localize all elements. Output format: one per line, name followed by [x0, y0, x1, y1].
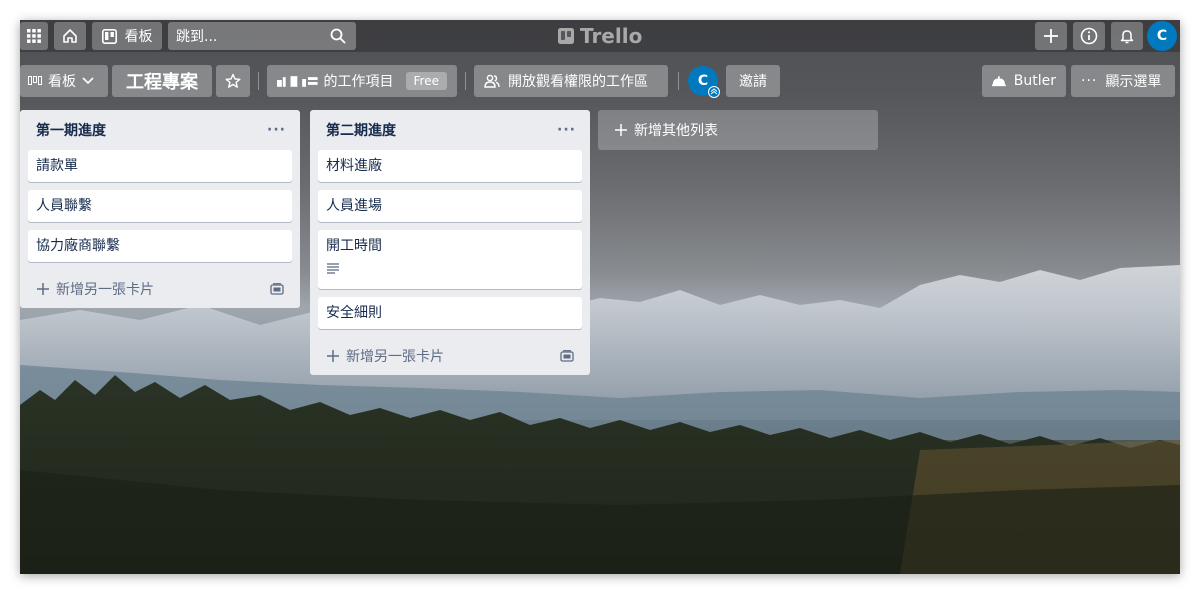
header-divider	[465, 72, 466, 90]
butler-button[interactable]: Butler	[982, 65, 1066, 97]
list-menu-icon[interactable]: ···	[557, 122, 576, 138]
card[interactable]: 人員聯繫	[28, 190, 292, 222]
board-member-initial: C	[697, 73, 709, 89]
plus-icon	[327, 350, 339, 362]
workspace-button[interactable]: 的工作項目 Free	[267, 65, 457, 97]
list-title[interactable]: 第一期進度	[36, 120, 106, 140]
bell-icon	[1120, 30, 1134, 44]
board-view-label: 看板	[48, 74, 76, 90]
team-visibility-icon	[484, 74, 500, 88]
list-header[interactable]: 第二期進度 ···	[318, 110, 582, 150]
card-title: 請款單	[36, 158, 78, 174]
board-member-avatar[interactable]: C	[688, 66, 720, 98]
trello-window: 看板 跳到... Trello C 看板 工程專案 的工作項目 Free 開放觀…	[20, 20, 1180, 574]
home-icon	[63, 29, 77, 43]
card-title: 人員聯繫	[36, 198, 92, 214]
star-icon	[225, 73, 241, 88]
card-title: 安全細則	[326, 305, 382, 321]
top-header: 看板 跳到... Trello C	[20, 20, 1180, 52]
board-view-icon	[28, 76, 42, 85]
workspace-logo-icon	[277, 76, 318, 87]
logo-text: Trello	[580, 24, 643, 48]
card[interactable]: 請款單	[28, 150, 292, 182]
list-title[interactable]: 第二期進度	[326, 120, 396, 140]
search-input[interactable]: 跳到...	[168, 22, 356, 50]
add-list-button[interactable]: 新增其他列表	[598, 110, 878, 150]
workspace-name: 的工作項目	[323, 74, 394, 90]
grid-icon	[27, 29, 41, 43]
card-title: 材料進廠	[326, 158, 382, 174]
visibility-label: 開放觀看權限的工作區	[508, 74, 648, 90]
card-template-icon[interactable]	[560, 350, 574, 362]
add-card-button[interactable]: 新增另一張卡片	[318, 337, 582, 375]
list-phase-two: 第二期進度 ··· 材料進廠 人員進場 開工時間 安全細則 新增另一張卡片	[310, 110, 590, 375]
header-divider	[258, 72, 259, 90]
board-title-text: 工程專案	[126, 72, 198, 93]
boards-button[interactable]: 看板	[92, 22, 162, 50]
add-list-label: 新增其他列表	[634, 123, 718, 139]
card[interactable]: 材料進廠	[318, 150, 582, 182]
search-placeholder: 跳到...	[176, 29, 218, 45]
trello-logo-icon	[558, 28, 574, 44]
list-menu-icon[interactable]: ···	[267, 122, 286, 138]
list-phase-one: 第一期進度 ··· 請款單 人員聯繫 協力廠商聯繫 新增另一張卡片	[20, 110, 300, 308]
card[interactable]: 協力廠商聯繫	[28, 230, 292, 262]
add-card-label: 新增另一張卡片	[56, 282, 154, 298]
star-button[interactable]	[216, 65, 250, 97]
header-divider	[678, 72, 679, 90]
search-icon	[330, 28, 346, 44]
card[interactable]: 安全細則	[318, 297, 582, 329]
show-menu-label: 顯示選單	[1105, 74, 1162, 90]
card-title: 人員進場	[326, 198, 382, 214]
invite-button[interactable]: 邀請	[726, 65, 780, 97]
info-button[interactable]	[1073, 22, 1105, 50]
user-avatar-initial: C	[1156, 28, 1168, 44]
admin-chevron-icon	[708, 86, 720, 98]
card-title: 協力廠商聯繫	[36, 238, 120, 254]
card[interactable]: 開工時間	[318, 230, 582, 289]
card-title: 開工時間	[326, 238, 382, 254]
add-card-button[interactable]: 新增另一張卡片	[28, 270, 292, 308]
apps-grid-button[interactable]	[20, 22, 48, 50]
home-button[interactable]	[54, 22, 86, 50]
trello-logo[interactable]: Trello	[558, 24, 642, 48]
user-avatar[interactable]: C	[1147, 21, 1177, 51]
butler-bell-icon	[992, 76, 1006, 87]
card[interactable]: 人員進場	[318, 190, 582, 222]
board-view-switcher[interactable]: 看板	[20, 65, 108, 97]
info-icon	[1080, 27, 1098, 45]
chevron-down-icon	[82, 77, 94, 85]
list-header[interactable]: 第一期進度 ···	[28, 110, 292, 150]
show-menu-button[interactable]: ··· 顯示選單	[1071, 65, 1175, 97]
board-icon	[101, 28, 117, 44]
description-icon	[326, 261, 574, 279]
notifications-button[interactable]	[1111, 22, 1143, 50]
board-title[interactable]: 工程專案	[112, 65, 212, 97]
add-card-label: 新增另一張卡片	[346, 349, 444, 365]
create-button[interactable]	[1035, 22, 1067, 50]
workspace-plan-badge: Free	[405, 72, 447, 90]
plus-icon	[615, 124, 627, 136]
more-dots-icon: ···	[1081, 73, 1098, 89]
plus-icon	[1044, 29, 1058, 43]
visibility-button[interactable]: 開放觀看權限的工作區	[474, 65, 668, 97]
butler-label: Butler	[1013, 73, 1056, 89]
invite-label: 邀請	[739, 74, 767, 90]
plus-icon	[37, 283, 49, 295]
boards-label: 看板	[124, 29, 153, 45]
card-template-icon[interactable]	[270, 283, 284, 295]
